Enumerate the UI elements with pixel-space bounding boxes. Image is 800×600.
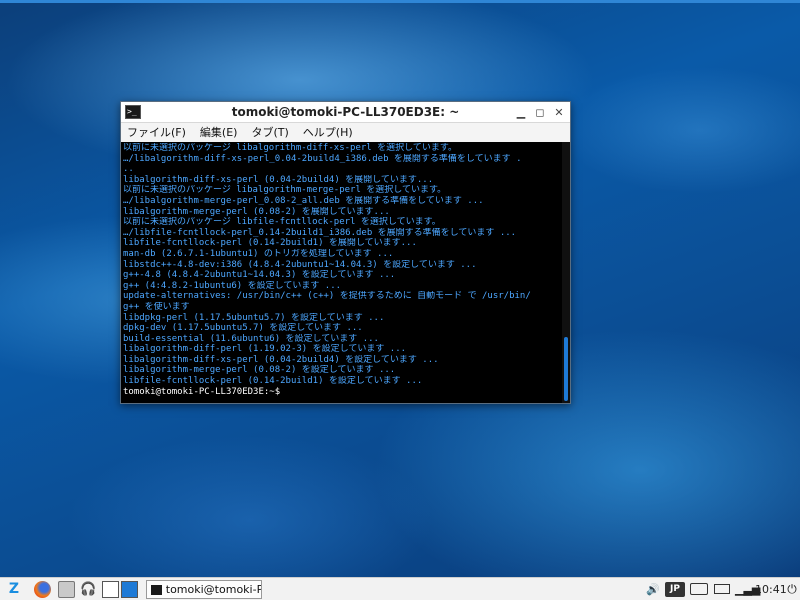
terminal-line: 以前に未選択のパッケージ libalgorithm-diff-xs-perl を… [123,143,457,153]
terminal-line: .. [123,164,134,175]
start-menu-icon[interactable]: Z [2,581,26,598]
terminal-line: libdpkg-perl (1.17.5ubuntu5.7) を設定しています … [123,312,385,323]
firefox-icon[interactable] [34,581,51,598]
battery-icon[interactable] [714,584,730,594]
power-icon[interactable]: ⏻ [785,581,799,598]
clock[interactable]: 10:41 [755,581,787,598]
terminal-scrollbar[interactable] [562,142,570,403]
menu-file[interactable]: ファイル(F) [127,123,186,142]
terminal-line: …/libalgorithm-diff-xs-perl_0.04-2build4… [123,153,522,164]
terminal-line: libalgorithm-diff-perl (1.19.02-3) を設定して… [123,344,407,355]
headphones-icon[interactable]: 🎧 [80,581,97,598]
terminal-line: man-db (2.6.7.1-1ubuntu1) のトリガを処理しています .… [123,248,394,259]
terminal-line: 以前に未選択のパッケージ libalgorithm-merge-perl を選択… [123,185,447,196]
signal-icon[interactable]: ▁▃▅ [735,581,760,598]
terminal-line: g++ (4:4.8.2-1ubuntu6) を設定しています ... [123,280,342,291]
menu-help[interactable]: ヘルプ(H) [303,123,353,142]
terminal-line: build-essential (11.6ubuntu6) を設定しています .… [123,333,379,344]
terminal-line: dpkg-dev (1.17.5ubuntu5.7) を設定しています ... [123,323,363,334]
keyboard-icon[interactable] [690,583,708,595]
window-title: tomoki@tomoki-PC-LL370ED3E: ~ [231,105,460,119]
terminal-window[interactable]: >_ tomoki@tomoki-PC-LL370ED3E: ~ ▁ ◻ ✕ フ… [120,101,571,404]
scrollbar-thumb[interactable] [564,337,568,401]
taskbar-terminal-task[interactable]: tomoki@tomoki-P... [146,580,262,599]
terminal-line: libalgorithm-merge-perl (0.08-2) を展開していま… [123,206,390,217]
task-label: tomoki@tomoki-P... [165,583,261,596]
desktop-1-icon[interactable] [102,581,119,598]
terminal-line: libfile-fcntllock-perl (0.14-2build1) を展… [123,238,417,249]
ime-indicator[interactable]: JP [665,582,685,597]
terminal-line: update-alternatives: /usr/bin/c++ (c++) … [123,291,531,302]
maximize-button[interactable]: ◻ [532,105,548,120]
menu-tabs[interactable]: タブ(T) [251,123,288,142]
terminal-icon [151,584,162,595]
taskbar: Z 🎧 tomoki@tomoki-P... 🔊 JP ▁▃▅ 10:41 ⏻ [0,577,800,600]
file-manager-icon[interactable] [58,581,75,598]
terminal-prompt[interactable]: tomoki@tomoki-PC-LL370ED3E:~$ [123,387,560,398]
terminal-line: 以前に未選択のパッケージ libfile-fcntllock-perl を選択し… [123,217,441,228]
terminal-line: libalgorithm-merge-perl (0.08-2) を設定していま… [123,365,396,376]
terminal-line: …/libfile-fcntllock-perl_0.14-2build1_i3… [123,227,517,238]
minimize-button[interactable]: ▁ [513,105,529,120]
menu-bar: ファイル(F) 編集(E) タブ(T) ヘルプ(H) [121,123,570,142]
terminal-line: g++-4.8 (4.8.4-2ubuntu1~14.04.3) を設定していま… [123,270,396,281]
volume-icon[interactable]: 🔊 [646,581,660,598]
terminal-line: g++ を使います [123,301,190,312]
window-titlebar[interactable]: >_ tomoki@tomoki-PC-LL370ED3E: ~ ▁ ◻ ✕ [121,102,570,123]
terminal-output[interactable]: 以前に未選択のパッケージ libalgorithm-diff-xs-perl を… [121,142,562,403]
menu-edit[interactable]: 編集(E) [200,123,238,142]
terminal-line: libalgorithm-diff-xs-perl (0.04-2build4)… [123,174,434,185]
terminal-line: libfile-fcntllock-perl (0.14-2build1) を設… [123,376,423,387]
close-button[interactable]: ✕ [551,105,567,120]
terminal-line: libstdc++-4.8-dev:i386 (4.8.4-2ubuntu1~1… [123,259,477,270]
top-panel-strip [0,0,800,3]
desktop-2-icon[interactable] [121,581,138,598]
terminal-line: …/libalgorithm-merge-perl_0.08-2_all.deb… [123,195,484,206]
terminal-line: libalgorithm-diff-xs-perl (0.04-2build4)… [123,354,439,365]
